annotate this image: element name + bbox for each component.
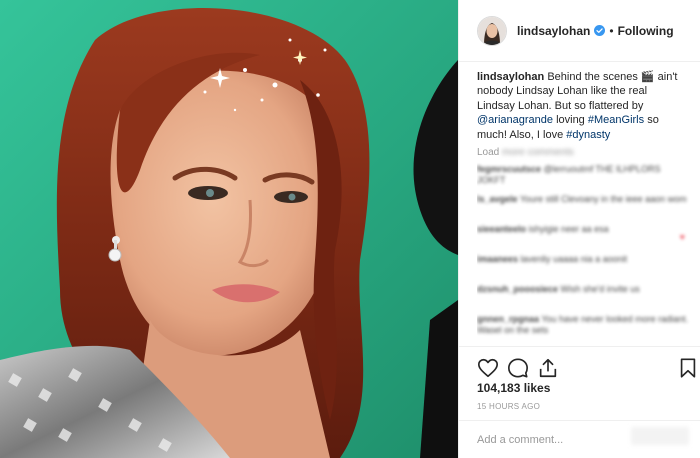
comment-username[interactable]: fegmrscuutsce	[477, 164, 541, 174]
clapperboard-emoji: 🎬	[640, 71, 655, 83]
comment-text: Wish she'd invite us	[560, 284, 640, 294]
hashtag-link-dynasty[interactable]: #dynasty	[566, 129, 610, 141]
comment-item: gnnen_rpgnaa You have never looked more …	[477, 314, 691, 344]
comment-username[interactable]: sieeanteelo	[477, 224, 526, 234]
heart-outline-icon	[478, 358, 498, 378]
post-details-panel: lindsaylohan • Following lindsaylohan Be…	[458, 0, 700, 458]
post-photo[interactable]	[0, 0, 458, 458]
comments-list: Load more comments fegmrscuutsce @lerruo…	[477, 142, 691, 344]
comment-username[interactable]: ls_avgele	[477, 194, 518, 204]
post-timestamp: 15 HOURS AGO	[477, 402, 541, 411]
comment-item: dzsnuh_pooosiece Wish she'd invite us	[477, 284, 691, 314]
load-more-comments-link[interactable]: Load more comments	[477, 142, 691, 164]
comment-text: Youre still Clevoany in the ieee aaon wo…	[519, 194, 687, 204]
comment-item: fegmrscuutsce @lerruoutmf THE ILHPLORS J…	[477, 164, 691, 194]
bookmark-icon	[680, 358, 696, 378]
post-caption: lindsaylohan Behind the scenes 🎬 ain't n…	[477, 70, 687, 142]
comment-item: sieeanteelo ishyigie neer aa esa ♥	[477, 224, 691, 254]
action-bar	[459, 346, 700, 380]
share-button[interactable]	[537, 357, 559, 379]
load-rest: more comments	[502, 147, 574, 158]
save-button[interactable]	[677, 357, 699, 379]
mention-link[interactable]: @arianagrande	[477, 114, 553, 126]
avatar[interactable]	[477, 15, 507, 46]
comment-bubble-icon	[508, 358, 528, 378]
comment-item: imaanees lavenliy uaaaa nia a aoonit	[477, 254, 691, 284]
caption-username[interactable]: lindsaylohan	[477, 71, 544, 83]
add-comment-input[interactable]	[477, 429, 657, 451]
following-button[interactable]: Following	[618, 24, 674, 38]
separator-dot: •	[609, 23, 614, 38]
post-comment-button[interactable]	[631, 427, 689, 445]
comment-heart-icon: ♥	[679, 232, 685, 242]
comment-username[interactable]: dzsnuh_pooosiece	[477, 284, 558, 294]
comment-text: ishyigie neer aa esa	[528, 224, 609, 234]
comment-item: ls_avgele Youre still Clevoany in the ie…	[477, 194, 691, 224]
avatar-image	[478, 16, 506, 45]
verified-badge-icon	[594, 25, 606, 36]
caption-text-1: Behind the scenes	[547, 71, 638, 83]
post-username[interactable]: lindsaylohan	[517, 24, 590, 38]
likes-count[interactable]: 104,183 likes	[477, 381, 550, 395]
comment-text: lavenliy uaaaa nia a aoonit	[520, 254, 628, 264]
comment-username[interactable]: imaanees	[477, 254, 518, 264]
hashtag-link-meangirls[interactable]: #MeanGirls	[588, 114, 644, 126]
caption-text-3: loving	[556, 114, 585, 127]
add-comment-bar	[459, 420, 700, 458]
comment-button[interactable]	[507, 357, 529, 379]
share-upload-icon	[539, 358, 557, 378]
load-label: Load	[477, 147, 500, 158]
like-button[interactable]	[477, 357, 499, 379]
selfie-image	[0, 0, 458, 458]
post-header: lindsaylohan • Following	[459, 0, 700, 62]
comment-username[interactable]: gnnen_rpgnaa	[477, 314, 539, 324]
